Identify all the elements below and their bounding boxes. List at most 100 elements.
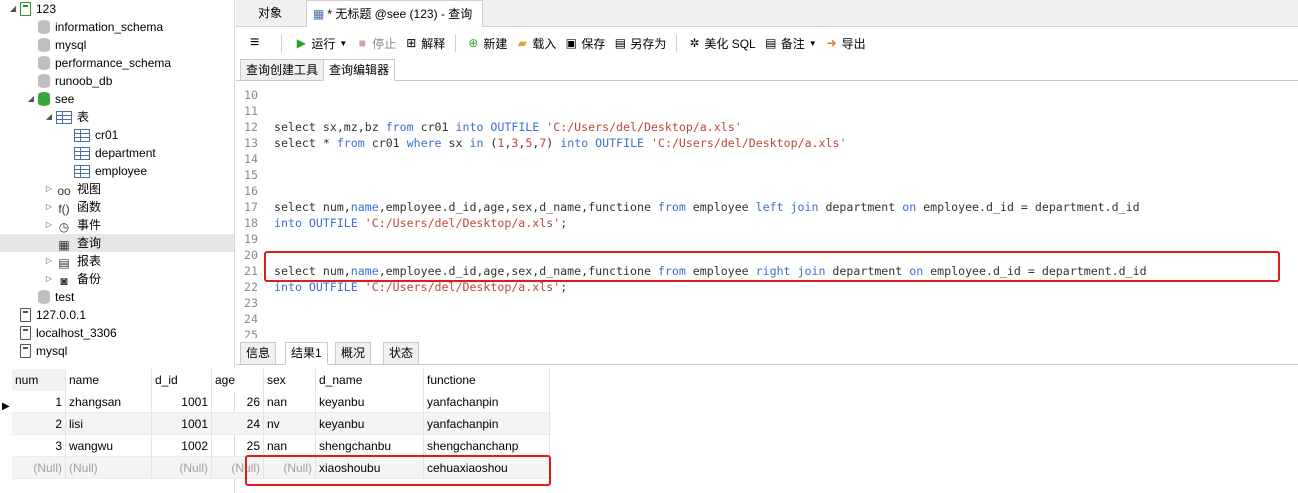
column-header[interactable]: num (12, 369, 66, 391)
code-line[interactable]: 13 select * from cr01 where sx in (1,3,5,… (236, 135, 846, 151)
tree-item[interactable]: localhost_3306 (0, 324, 234, 342)
collapse-arrow-icon[interactable]: ◢ (44, 108, 54, 126)
export-button[interactable]: ➜ 导出 (821, 31, 870, 55)
tab-profile[interactable]: 概况 (335, 342, 372, 365)
code-line[interactable]: 25 (236, 327, 274, 338)
code-line[interactable]: 18 into OUTFILE 'C:/Users/del/Desktop/a.x… (236, 215, 567, 231)
chevron-down-icon[interactable]: ▼ (809, 39, 817, 48)
tree-item[interactable]: runoob_db (0, 72, 234, 90)
save-button[interactable]: ▣ 保存 (560, 31, 609, 55)
tab-query[interactable]: ▦ * 无标题 @see (123) - 查询 (306, 0, 484, 27)
sql-text: department (818, 200, 903, 214)
tree-item[interactable]: employee (0, 162, 234, 180)
grid-cell[interactable]: lisi (66, 413, 152, 435)
tab-query-builder[interactable]: 查询创建工具 (240, 59, 325, 81)
grid-cell[interactable]: nan (264, 391, 316, 413)
expand-arrow-icon[interactable]: ▷ (44, 270, 54, 288)
code-line[interactable]: 23 (236, 295, 274, 311)
grid-cell[interactable]: 1001 (152, 413, 212, 435)
grid-cell[interactable]: shengchanchanp (424, 435, 550, 457)
code-line[interactable]: 19 (236, 231, 274, 247)
grid-cell[interactable]: nv (264, 413, 316, 435)
tab-info[interactable]: 信息 (240, 342, 277, 365)
column-header[interactable]: d_name (316, 369, 424, 391)
tree-item[interactable]: mysql (0, 36, 234, 54)
grid-cell[interactable]: 26 (212, 391, 264, 413)
save-as-button[interactable]: ▤ 另存为 (609, 31, 670, 55)
tree-item[interactable]: ▷ f() 函数 (0, 198, 234, 216)
chevron-down-icon[interactable]: ▼ (339, 39, 347, 48)
column-header[interactable]: sex (264, 369, 316, 391)
comment-button[interactable]: ▤ 备注 ▼ (760, 31, 821, 55)
tree-item[interactable]: ◢ 123 (0, 0, 234, 18)
tree-item[interactable]: ◢ 表 (0, 108, 234, 126)
grid-cell[interactable]: (Null) (12, 457, 66, 479)
tab-result1[interactable]: 结果1 (285, 342, 328, 365)
grid-cell[interactable]: 2 (12, 413, 66, 435)
query-icon: ▦ (58, 238, 70, 252)
tab-status[interactable]: 状态 (383, 342, 420, 365)
expand-arrow-icon[interactable]: ▷ (44, 216, 54, 234)
new-button[interactable]: ⊕ 新建 (462, 31, 511, 55)
code-line[interactable]: 24 (236, 311, 274, 327)
tree-item[interactable]: ▦ 查询 (0, 234, 234, 252)
tree-item[interactable]: ▷ ▤ 报表 (0, 252, 234, 270)
grid-cell[interactable]: 3 (12, 435, 66, 457)
collapse-arrow-icon[interactable]: ◢ (26, 90, 36, 108)
code-line[interactable]: 15 (236, 167, 274, 183)
tree-item[interactable]: performance_schema (0, 54, 234, 72)
expand-arrow-icon[interactable]: ▷ (44, 198, 54, 216)
grid-cell[interactable]: wangwu (66, 435, 152, 457)
code-line[interactable]: 12 select sx,mz,bz from cr01 into OUTFILE… (236, 119, 742, 135)
expand-arrow-icon[interactable]: ▷ (44, 252, 54, 270)
tab-query-editor[interactable]: 查询编辑器 (323, 59, 396, 81)
grid-cell[interactable]: yanfachanpin (424, 391, 550, 413)
code-line[interactable]: 16 (236, 183, 274, 199)
grid-cell[interactable]: (Null) (152, 457, 212, 479)
column-header[interactable]: functione (424, 369, 550, 391)
sql-editor[interactable]: 10 11 12 select sx,mz,bz from cr01 into OUT… (236, 84, 1298, 338)
grid-cell[interactable]: 1 (12, 391, 66, 413)
grid-cell[interactable]: keyanbu (316, 391, 424, 413)
grid-cell[interactable]: 1002 (152, 435, 212, 457)
table-row[interactable]: 3 wangwu 1002 25 nan shengchanbu shengchanchan… (12, 435, 550, 457)
code-line[interactable]: 10 (236, 87, 274, 103)
table-row[interactable]: 2 lisi 1001 24 nv keyanbu yanfachanpin (12, 413, 550, 435)
tree-item[interactable]: ▷ ◙ 备份 (0, 270, 234, 288)
grid-cell[interactable]: 25 (212, 435, 264, 457)
grid-cell[interactable]: yanfachanpin (424, 413, 550, 435)
tree-item[interactable]: ◢ see (0, 90, 234, 108)
code-line[interactable]: 17 select num,name,employee.d_id,age,sex,… (236, 199, 1140, 215)
collapse-arrow-icon[interactable]: ◢ (8, 0, 18, 18)
tree-item[interactable]: cr01 (0, 126, 234, 144)
beautify-sql-button[interactable]: ✲ 美化 SQL (683, 31, 759, 55)
grid-cell[interactable]: (Null) (66, 457, 152, 479)
column-header[interactable]: name (66, 369, 152, 391)
table-row[interactable]: ▶ 1 zhangsan 1001 26 nan keyanbu yanfachanpin (2, 391, 550, 413)
expand-arrow-icon[interactable]: ▷ (44, 180, 54, 198)
tree-item[interactable]: ▷ ◷ 事件 (0, 216, 234, 234)
menu-icon[interactable]: ≡ (246, 31, 263, 55)
grid-cell[interactable]: nan (264, 435, 316, 457)
load-button[interactable]: ▰ 载入 (511, 31, 560, 55)
code-line[interactable]: 11 (236, 103, 274, 119)
run-button[interactable]: ▶ 运行 ▼ (290, 31, 351, 55)
tree-item[interactable]: test (0, 288, 234, 306)
grid-cell[interactable]: shengchanbu (316, 435, 424, 457)
grid-cell[interactable]: keyanbu (316, 413, 424, 435)
column-header[interactable]: d_id (152, 369, 212, 391)
column-header[interactable]: age (212, 369, 264, 391)
tree-item[interactable]: mysql (0, 342, 234, 360)
tree-item[interactable]: department (0, 144, 234, 162)
tree-item[interactable]: 127.0.0.1 (0, 306, 234, 324)
grid-cell[interactable]: 1001 (152, 391, 212, 413)
code-line[interactable]: 14 (236, 151, 274, 167)
tree-item[interactable]: ▷ oo 视图 (0, 180, 234, 198)
tree-item[interactable]: information_schema (0, 18, 234, 36)
explain-button[interactable]: ⊞ 解释 (400, 31, 449, 55)
tab-objects[interactable]: 对象 (248, 0, 292, 27)
line-number: 13 (244, 136, 258, 150)
stop-button[interactable]: ■ 停止 (351, 31, 400, 55)
grid-cell[interactable]: 24 (212, 413, 264, 435)
grid-cell[interactable]: zhangsan (66, 391, 152, 413)
